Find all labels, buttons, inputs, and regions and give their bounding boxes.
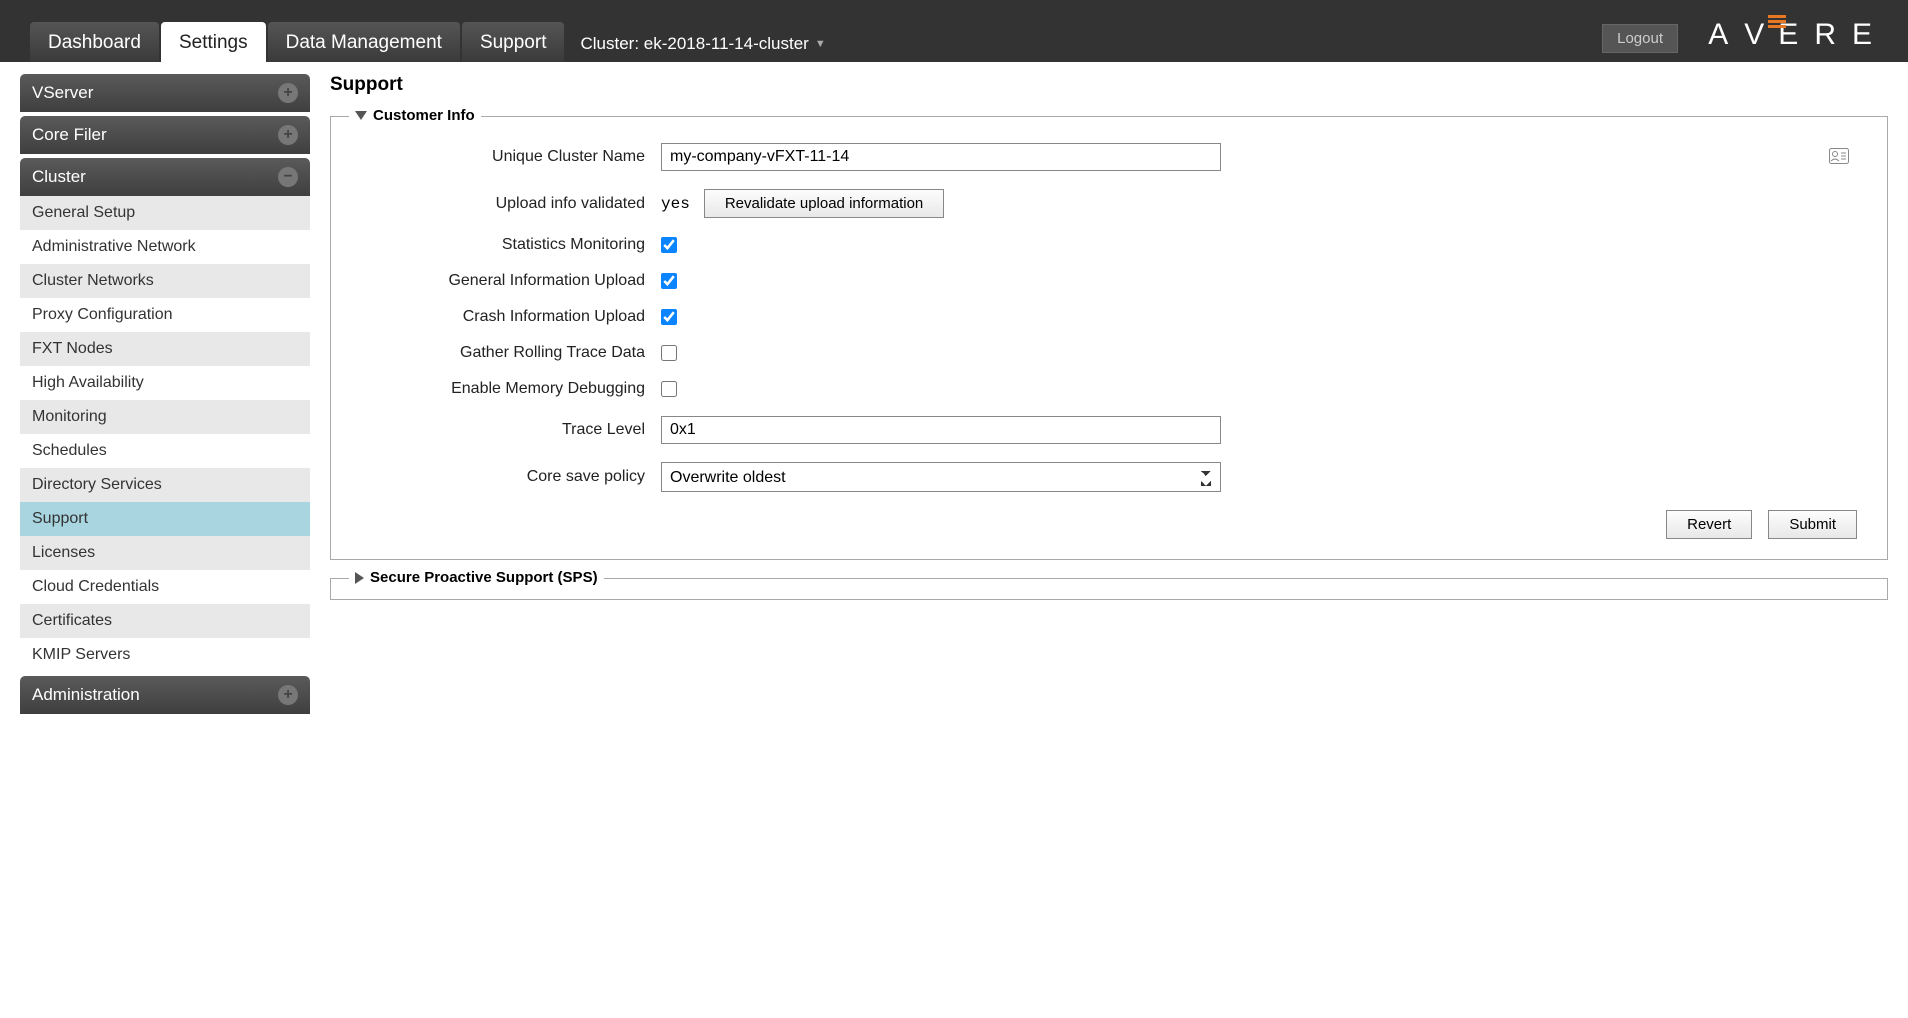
sidebar-item-schedules[interactable]: Schedules [20,434,310,468]
legend-text: Secure Proactive Support (SPS) [370,569,598,586]
sps-fieldset: Secure Proactive Support (SPS) [330,578,1888,600]
sidebar: VServer Core Filer Cluster General Setup… [20,74,310,714]
plus-icon [278,685,298,705]
legend-text: Customer Info [373,107,475,124]
tab-data-management[interactable]: Data Management [268,22,460,62]
stats-monitoring-checkbox[interactable] [661,237,677,253]
sidebar-item-licenses[interactable]: Licenses [20,536,310,570]
logout-button[interactable]: Logout [1602,24,1678,53]
trace-level-input[interactable] [661,416,1221,444]
sidebar-item-admin-network[interactable]: Administrative Network [20,230,310,264]
cluster-dropdown[interactable]: Cluster: ek-2018-11-14-cluster ▼ [566,24,839,62]
sps-legend[interactable]: Secure Proactive Support (SPS) [349,569,604,586]
plus-icon [278,125,298,145]
sidebar-section-label: Cluster [32,167,86,187]
revalidate-button[interactable]: Revalidate upload information [704,189,944,218]
label-upload-validated: Upload info validated [361,195,661,213]
sidebar-section-administration[interactable]: Administration [20,676,310,714]
sidebar-section-vserver[interactable]: VServer [20,74,310,112]
sidebar-item-cluster-networks[interactable]: Cluster Networks [20,264,310,298]
tab-support[interactable]: Support [462,22,565,62]
sidebar-item-kmip-servers[interactable]: KMIP Servers [20,638,310,672]
sidebar-item-support[interactable]: Support [20,502,310,536]
label-memory-debug: Enable Memory Debugging [361,380,661,398]
top-bar: Logout AV ERE Dashboard Settings Data Ma… [0,0,1908,62]
triangle-down-icon [355,111,367,120]
sidebar-item-cloud-credentials[interactable]: Cloud Credentials [20,570,310,604]
customer-info-fieldset: Customer Info Unique Cluster Name Upload… [330,116,1888,560]
revert-button[interactable]: Revert [1666,510,1752,539]
cluster-name-label: Cluster: ek-2018-11-14-cluster [580,34,808,54]
memory-debug-checkbox[interactable] [661,381,677,397]
sidebar-section-label: VServer [32,83,93,103]
chevron-down-icon: ▼ [815,38,826,50]
crash-info-upload-checkbox[interactable] [661,309,677,325]
validated-value: yes [661,195,690,213]
sidebar-item-fxt-nodes[interactable]: FXT Nodes [20,332,310,366]
general-info-upload-checkbox[interactable] [661,273,677,289]
label-crash-info-upload: Crash Information Upload [361,308,661,326]
unique-cluster-name-input[interactable] [661,143,1221,171]
submit-button[interactable]: Submit [1768,510,1857,539]
minus-icon [278,167,298,187]
contact-card-icon [1829,148,1849,164]
avere-logo: AV ERE [1708,18,1888,52]
sidebar-section-core-filer[interactable]: Core Filer [20,116,310,154]
plus-icon [278,83,298,103]
sidebar-item-general-setup[interactable]: General Setup [20,196,310,230]
rolling-trace-checkbox[interactable] [661,345,677,361]
sidebar-item-high-availability[interactable]: High Availability [20,366,310,400]
content: Support Customer Info Unique Cluster Nam… [310,74,1888,714]
sidebar-section-label: Core Filer [32,125,107,145]
sidebar-item-monitoring[interactable]: Monitoring [20,400,310,434]
label-general-info-upload: General Information Upload [361,272,661,290]
sidebar-item-directory-services[interactable]: Directory Services [20,468,310,502]
label-stats-monitoring: Statistics Monitoring [361,236,661,254]
label-core-save-policy: Core save policy [361,468,661,486]
cluster-items: General Setup Administrative Network Clu… [20,196,310,672]
sidebar-item-certificates[interactable]: Certificates [20,604,310,638]
e-bars-icon [1768,15,1786,28]
page-title: Support [330,74,1888,96]
tab-bar: Dashboard Settings Data Management Suppo… [20,22,840,62]
core-save-policy-select[interactable]: Overwrite oldest [661,462,1221,492]
triangle-right-icon [355,572,364,584]
customer-info-legend[interactable]: Customer Info [349,107,481,124]
label-trace-level: Trace Level [361,421,661,439]
tab-settings[interactable]: Settings [161,22,266,62]
tab-dashboard[interactable]: Dashboard [30,22,159,62]
sidebar-section-cluster[interactable]: Cluster [20,158,310,196]
label-rolling-trace: Gather Rolling Trace Data [361,344,661,362]
sidebar-section-label: Administration [32,685,140,705]
label-cluster-name: Unique Cluster Name [361,148,661,166]
sidebar-item-proxy-config[interactable]: Proxy Configuration [20,298,310,332]
